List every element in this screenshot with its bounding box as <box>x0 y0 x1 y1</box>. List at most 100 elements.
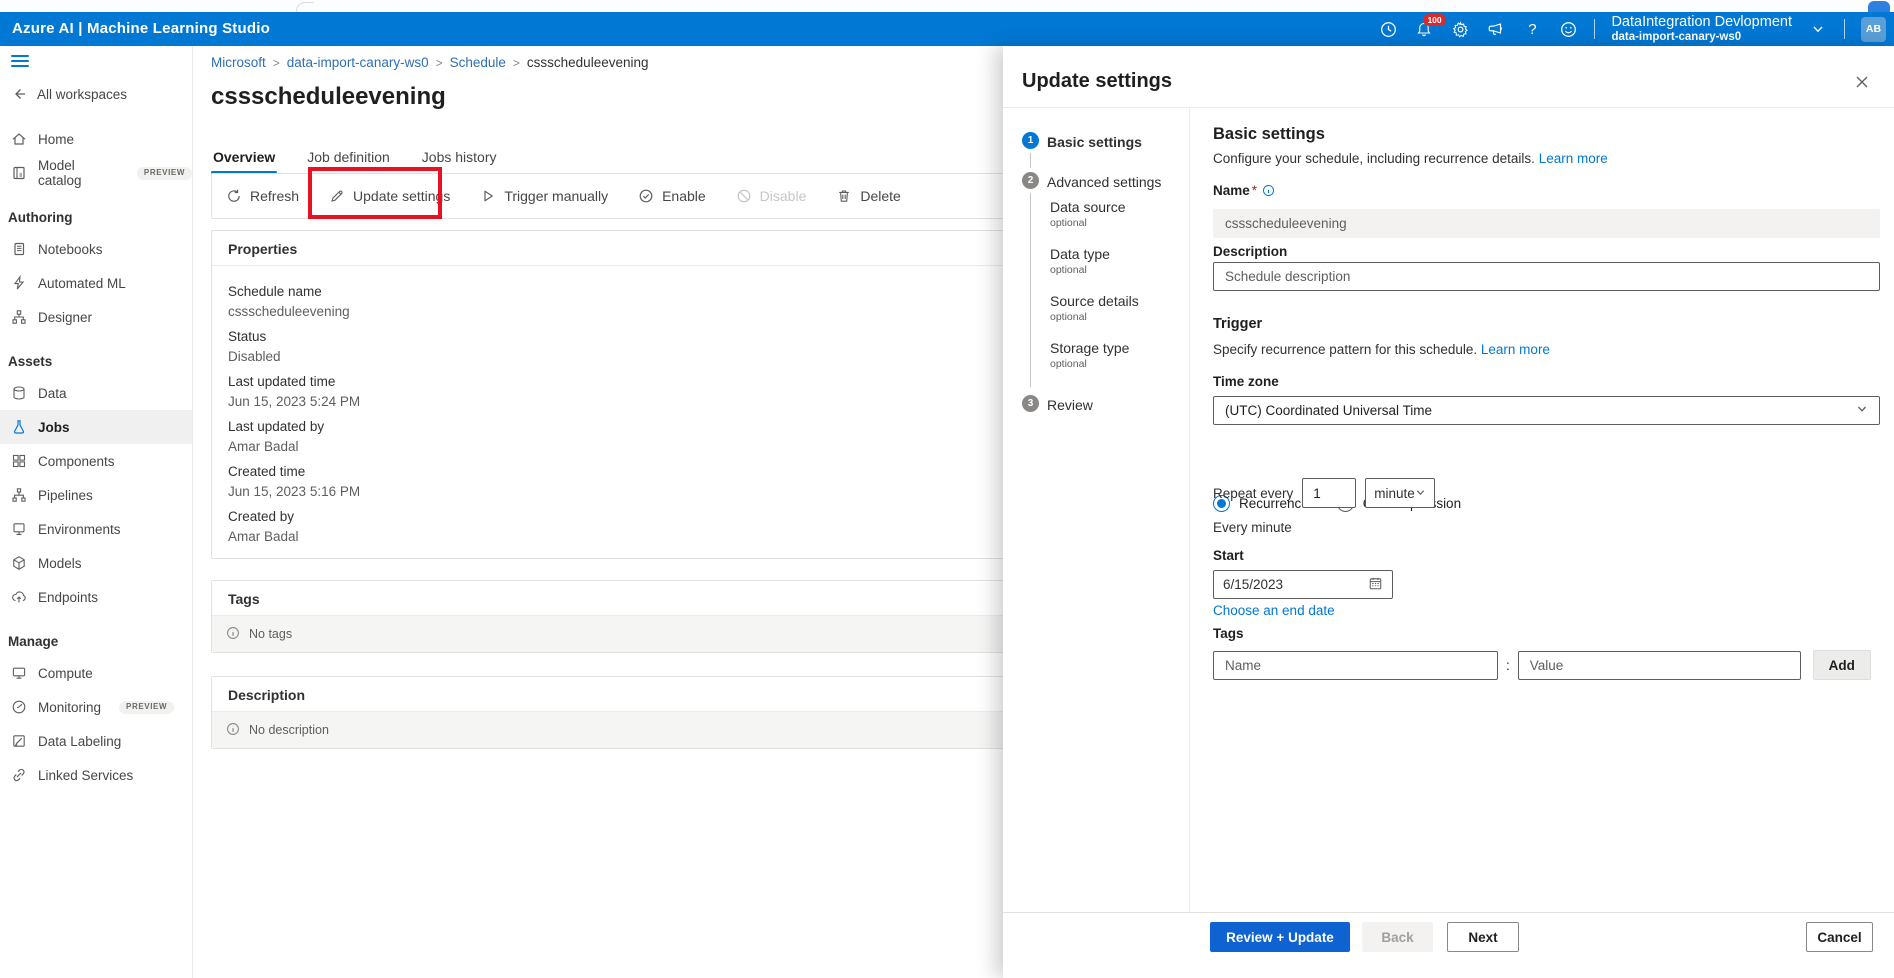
page-title: cssscheduleevening <box>211 83 446 110</box>
settings-gear-icon[interactable] <box>1450 19 1470 39</box>
back-button[interactable]: Back <box>1362 922 1433 952</box>
info-icon <box>226 626 240 643</box>
chevron-down-icon <box>1415 486 1426 501</box>
panel-title: Update settings <box>1022 70 1173 92</box>
jobs-icon <box>11 419 27 435</box>
breadcrumb-schedule[interactable]: Schedule <box>450 55 506 70</box>
name-info-icon[interactable] <box>1262 184 1275 200</box>
repeat-unit-value: minute <box>1374 485 1415 501</box>
tag-name-input[interactable] <box>1213 650 1498 680</box>
preview-badge: PREVIEW <box>136 166 192 180</box>
tab-job-definition[interactable]: Job definition <box>305 145 392 174</box>
sidebar-section-manage: Manage <box>8 634 59 649</box>
update-settings-button[interactable]: Update settings <box>329 188 450 204</box>
breadcrumb-microsoft[interactable]: Microsoft <box>211 55 266 70</box>
workspace-selector[interactable]: DataIntegration Devlopment data-import-c… <box>1611 14 1792 44</box>
browser-strip <box>0 0 1894 12</box>
breadcrumb-workspace[interactable]: data-import-canary-ws0 <box>287 55 429 70</box>
sidebar-item-model-catalog[interactable]: Model catalog PREVIEW <box>0 156 192 190</box>
notifications-icon[interactable]: 100 <box>1414 14 1446 39</box>
sidebar-item-endpoints[interactable]: Endpoints <box>0 580 192 614</box>
trigger-manually-button[interactable]: Trigger manually <box>480 188 608 204</box>
sidebar-item-monitoring[interactable]: Monitoring PREVIEW <box>0 690 192 724</box>
sidebar-item-compute[interactable]: Compute <box>0 656 192 690</box>
announcements-icon[interactable] <box>1486 19 1506 39</box>
start-date-input[interactable]: 6/15/2023 <box>1213 570 1393 599</box>
sidebar-item-linked-services[interactable]: Linked Services <box>0 758 192 792</box>
no-description-row: No description <box>212 712 1015 748</box>
delete-button[interactable]: Delete <box>836 188 901 204</box>
help-icon[interactable]: ? <box>1522 19 1542 39</box>
sidebar-item-designer[interactable]: Designer <box>0 300 192 334</box>
sidebar-item-environments[interactable]: Environments <box>0 512 192 546</box>
no-tags-row: No tags <box>212 616 1015 652</box>
sidebar-item-all-workspaces[interactable]: All workspaces <box>0 82 192 106</box>
trigger-learn-more-link[interactable]: Learn more <box>1481 342 1550 357</box>
repeat-interval-input[interactable] <box>1302 478 1357 508</box>
check-circle-icon <box>638 188 654 204</box>
pipelines-icon <box>11 487 27 503</box>
choose-end-date-link[interactable]: Choose an end date <box>1213 603 1335 618</box>
sidebar-item-components[interactable]: Components <box>0 444 192 478</box>
step-1-indicator: 1 <box>1022 132 1039 149</box>
sidebar-item-pipelines[interactable]: Pipelines <box>0 478 192 512</box>
calendar-icon[interactable] <box>1368 576 1383 594</box>
substep-storage-type[interactable]: Storage type optional <box>1050 340 1129 370</box>
panel-footer-divider <box>1003 912 1894 913</box>
data-icon <box>11 385 27 401</box>
step-connector <box>1030 193 1031 387</box>
disable-button[interactable]: Disable <box>736 188 806 204</box>
step-advanced-settings[interactable]: Advanced settings <box>1047 174 1161 190</box>
chevron-down-icon <box>1856 403 1868 418</box>
repeat-every-row: Repeat every minute <box>1213 478 1436 508</box>
description-card: Description No description <box>211 676 1016 749</box>
timezone-select[interactable]: (UTC) Coordinated Universal Time <box>1213 396 1880 425</box>
description-input[interactable] <box>1213 262 1880 291</box>
sidebar-item-data-labeling[interactable]: Data Labeling <box>0 724 192 758</box>
components-icon <box>11 453 27 469</box>
form-section-description: Configure your schedule, including recur… <box>1213 151 1608 166</box>
next-button[interactable]: Next <box>1447 922 1519 952</box>
repeat-unit-select[interactable]: minute <box>1365 478 1436 508</box>
step-3-indicator: 3 <box>1022 395 1039 412</box>
panel-header-divider <box>1003 107 1894 108</box>
sidebar-item-models[interactable]: Models <box>0 546 192 580</box>
recurrence-summary: Every minute <box>1213 520 1292 535</box>
enable-label: Enable <box>662 188 706 204</box>
learn-more-link[interactable]: Learn more <box>1539 151 1608 166</box>
step-basic-settings[interactable]: Basic settings <box>1047 134 1142 150</box>
clock-icon[interactable] <box>1378 19 1398 39</box>
substep-source-details[interactable]: Source details optional <box>1050 293 1139 323</box>
step-review[interactable]: Review <box>1047 397 1093 413</box>
tag-value-input[interactable] <box>1517 650 1801 680</box>
sidebar-item-home[interactable]: Home <box>0 122 192 156</box>
property-created-time: Created time Jun 15, 2023 5:16 PM <box>228 464 361 499</box>
breadcrumb-separator: > <box>435 55 443 70</box>
feedback-smiley-icon[interactable] <box>1558 19 1578 39</box>
hamburger-menu-icon[interactable] <box>11 55 29 69</box>
no-tags-text: No tags <box>249 627 293 641</box>
avatar[interactable]: AB <box>1861 16 1886 42</box>
cancel-button[interactable]: Cancel <box>1806 922 1873 952</box>
substep-data-type[interactable]: Data type optional <box>1050 246 1110 276</box>
tab-overview[interactable]: Overview <box>211 145 278 174</box>
substep-data-source[interactable]: Data source optional <box>1050 199 1125 229</box>
sidebar-section-assets: Assets <box>8 354 53 369</box>
sidebar-item-data[interactable]: Data <box>0 376 192 410</box>
tab-jobs-history[interactable]: Jobs history <box>420 145 499 174</box>
review-update-button[interactable]: Review + Update <box>1210 922 1350 952</box>
sidebar-item-automated-ml[interactable]: Automated ML <box>0 266 192 300</box>
chevron-down-icon[interactable] <box>1808 19 1828 39</box>
sidebar-item-jobs[interactable]: Jobs <box>0 410 192 444</box>
refresh-button[interactable]: Refresh <box>226 188 299 204</box>
sidebar-item-label: Data <box>38 385 67 401</box>
compute-icon <box>11 665 27 681</box>
blocked-circle-icon <box>736 188 752 204</box>
steps-divider <box>1189 108 1190 912</box>
sidebar-item-notebooks[interactable]: Notebooks <box>0 232 192 266</box>
add-tag-button[interactable]: Add <box>1812 650 1871 680</box>
update-settings-label: Update settings <box>353 188 451 204</box>
enable-button[interactable]: Enable <box>638 188 706 204</box>
close-icon[interactable] <box>1854 74 1872 92</box>
name-input[interactable] <box>1213 209 1880 238</box>
